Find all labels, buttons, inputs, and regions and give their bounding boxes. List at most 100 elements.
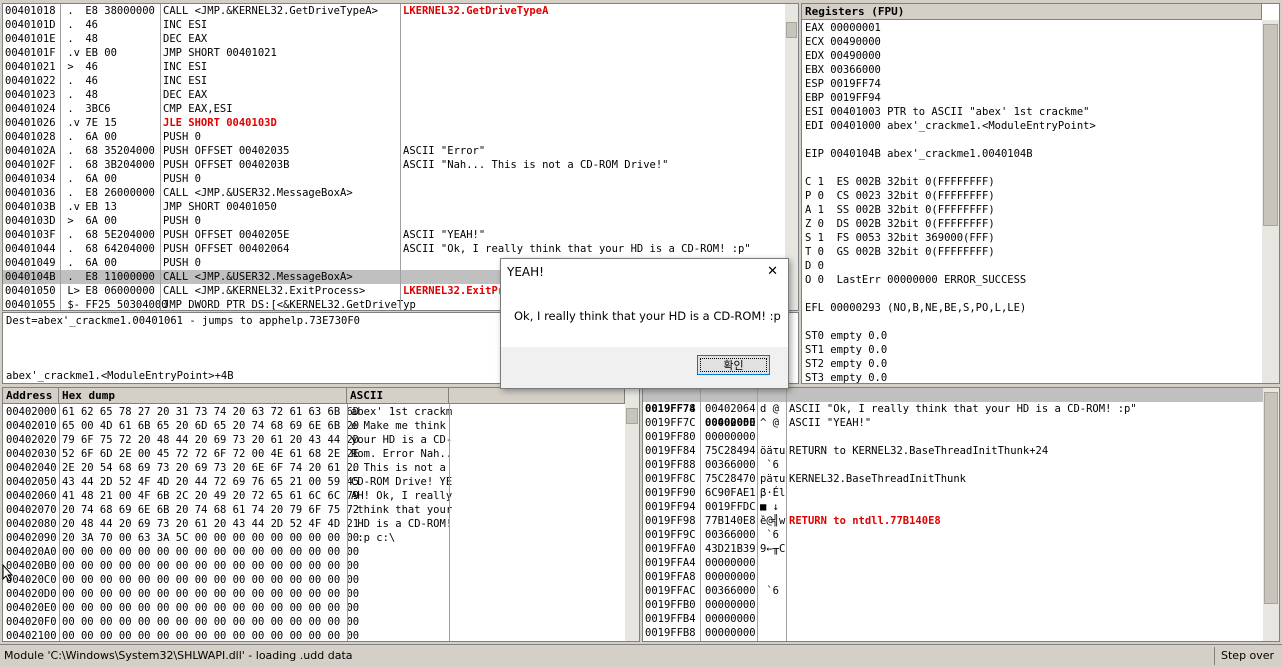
- dump-row[interactable]: 004020E0 00 00 00 00 00 00 00 00 00 00 00…: [3, 601, 625, 615]
- disasm-address: 00401044: [5, 243, 56, 255]
- dump-row[interactable]: 00402090 20 3A 70 00 63 3A 5C 00 00 00 00…: [3, 531, 625, 545]
- disasm-row[interactable]: 0040101E . 48 DEC EAX: [3, 32, 785, 46]
- disasm-command: PUSH 0: [163, 257, 201, 269]
- disasm-comment: LKERNEL32.ExitPro: [403, 285, 511, 297]
- register-line[interactable]: P 0 CS 0023 32bit 0(FFFFFFFF): [805, 189, 1260, 203]
- stack-row[interactable]: 0019FFB4 00000000: [643, 612, 1263, 626]
- register-line[interactable]: EFL 00000293 (NO,B,NE,BE,S,PO,L,LE): [805, 301, 1260, 315]
- register-line[interactable]: A 1 SS 002B 32bit 0(FFFFFFFF): [805, 203, 1260, 217]
- register-line[interactable]: ST1 empty 0.0: [805, 343, 1260, 357]
- register-line[interactable]: [805, 315, 1260, 329]
- stack-pane[interactable]: 0019FF74 00000000 0019FF78 00402064 d @ ASC…: [642, 387, 1280, 642]
- dump-col-ascii[interactable]: ASCII: [347, 388, 449, 404]
- register-line[interactable]: T 0 GS 002B 32bit 0(FFFFFFFF): [805, 245, 1260, 259]
- stack-row[interactable]: 0019FFA0 43D21B39 9←╥C: [643, 542, 1263, 556]
- register-line[interactable]: Z 0 DS 002B 32bit 0(FFFFFFFF): [805, 217, 1260, 231]
- registers-scrollbar[interactable]: [1262, 20, 1279, 383]
- stack-row[interactable]: 0019FFAC 00366000 `6: [643, 584, 1263, 598]
- stack-row[interactable]: 0019FFA4 00000000: [643, 556, 1263, 570]
- register-line[interactable]: [805, 161, 1260, 175]
- dump-row[interactable]: 00402080 20 48 44 20 69 73 20 61 20 43 44…: [3, 517, 625, 531]
- register-line[interactable]: EIP 0040104B abex'_crackme1.0040104B: [805, 147, 1260, 161]
- register-line[interactable]: ESP 0019FF74: [805, 77, 1260, 91]
- register-line[interactable]: ESI 00401003 PTR to ASCII "abex' 1st cra…: [805, 105, 1260, 119]
- dump-row[interactable]: 004020F0 00 00 00 00 00 00 00 00 00 00 00…: [3, 615, 625, 629]
- disasm-row[interactable]: 0040101D . 46 INC ESI: [3, 18, 785, 32]
- dump-row[interactable]: 00402070 20 74 68 69 6E 6B 20 74 68 61 74…: [3, 503, 625, 517]
- disasm-row[interactable]: 00401028 . 6A 00 PUSH 0: [3, 130, 785, 144]
- register-line[interactable]: S 1 FS 0053 32bit 369000(FFF): [805, 231, 1260, 245]
- ok-button[interactable]: 확인: [697, 355, 770, 375]
- disasm-row[interactable]: 00401034 . 6A 00 PUSH 0: [3, 172, 785, 186]
- dump-row[interactable]: 00402020 79 6F 75 72 20 48 44 20 69 73 20…: [3, 433, 625, 447]
- stack-top-row[interactable]: 0019FF74 00000000: [643, 388, 1263, 429]
- registers-list[interactable]: EAX 00000001 ECX 00490000 EDX 00490000 EBX …: [805, 21, 1260, 383]
- dump-row[interactable]: 00402060 41 48 21 00 4F 6B 2C 20 49 20 72…: [3, 489, 625, 503]
- register-line[interactable]: EBP 0019FF94: [805, 91, 1260, 105]
- dump-scrollbar[interactable]: [625, 388, 639, 641]
- disasm-row[interactable]: 00401023 . 48 DEC EAX: [3, 88, 785, 102]
- disasm-row[interactable]: 00401018 . E8 38000000 CALL <JMP.&KERNEL3…: [3, 4, 785, 18]
- stack-row[interactable]: 0019FF90 6C90FAE1 β·Él: [643, 486, 1263, 500]
- register-line[interactable]: ECX 00490000: [805, 35, 1260, 49]
- disasm-row[interactable]: 0040103B .v EB 13 JMP SHORT 00401050: [3, 200, 785, 214]
- close-icon[interactable]: ✕: [767, 264, 778, 279]
- disasm-row[interactable]: 00401036 . E8 26000000 CALL <JMP.&USER32.…: [3, 186, 785, 200]
- stack-row[interactable]: 0019FF98 77B140E8 ȅ@╣w RETURN to ntdll.77B1…: [643, 514, 1263, 528]
- disasm-row[interactable]: 0040101F .v EB 00 JMP SHORT 00401021: [3, 46, 785, 60]
- register-line[interactable]: ST3 empty 0.0: [805, 371, 1260, 383]
- dump-row[interactable]: 004020A0 00 00 00 00 00 00 00 00 00 00 00…: [3, 545, 625, 559]
- stack-row[interactable]: 0019FF94 0019FFDC ■ ↓: [643, 500, 1263, 514]
- register-line[interactable]: [805, 133, 1260, 147]
- disasm-row[interactable]: 0040102A . 68 35204000 PUSH OFFSET 004020…: [3, 144, 785, 158]
- dump-row[interactable]: 00402000 61 62 65 78 27 20 31 73 74 20 63…: [3, 405, 625, 419]
- dump-row[interactable]: 00402050 43 44 2D 52 4F 4D 20 44 72 69 76…: [3, 475, 625, 489]
- dump-hex: 00 00 00 00 00 00 00 00 00 00 00 00 00 0…: [62, 546, 360, 558]
- stack-address: 0019FFAC: [645, 585, 696, 597]
- register-line[interactable]: O 0 LastErr 00000000 ERROR_SUCCESS: [805, 273, 1260, 287]
- disasm-marker: L>: [61, 285, 80, 297]
- disasm-address: 00401026: [5, 117, 56, 129]
- dump-row[interactable]: 004020C0 00 00 00 00 00 00 00 00 00 00 00…: [3, 573, 625, 587]
- dump-row[interactable]: 004020B0 00 00 00 00 00 00 00 00 00 00 00…: [3, 559, 625, 573]
- dump-col-address[interactable]: Address: [3, 388, 59, 404]
- message-box-dialog[interactable]: YEAH! ✕ Ok, I really think that your HD …: [500, 258, 789, 389]
- disasm-row[interactable]: 00401044 . 68 64204000 PUSH OFFSET 004020…: [3, 242, 785, 256]
- register-line[interactable]: EDI 00401000 abex'_crackme1.<ModuleEntry…: [805, 119, 1260, 133]
- stack-row[interactable]: 0019FFB8 00000000: [643, 626, 1263, 640]
- dump-row[interactable]: 00402010 65 00 4D 61 6B 65 20 6D 65 20 74…: [3, 419, 625, 433]
- disasm-row[interactable]: 0040103D > 6A 00 PUSH 0: [3, 214, 785, 228]
- disasm-row[interactable]: 00401026 .v 7E 15 JLE SHORT 0040103D: [3, 116, 785, 130]
- disasm-row[interactable]: 0040102F . 68 3B204000 PUSH OFFSET 004020…: [3, 158, 785, 172]
- stack-row[interactable]: 0019FF80 00000000: [643, 430, 1263, 444]
- register-line[interactable]: ST2 empty 0.0: [805, 357, 1260, 371]
- stack-row[interactable]: 0019FFA8 00000000: [643, 570, 1263, 584]
- dump-row[interactable]: 00402100 00 00 00 00 00 00 00 00 00 00 00…: [3, 629, 625, 641]
- stack-row[interactable]: 0019FF7C 0040205E ^ @ ASCII "YEAH!": [643, 416, 1263, 430]
- register-line[interactable]: ST0 empty 0.0: [805, 329, 1260, 343]
- dump-row[interactable]: 00402040 2E 20 54 68 69 73 20 69 73 20 6E…: [3, 461, 625, 475]
- register-line[interactable]: D 0: [805, 259, 1260, 273]
- stack-row[interactable]: 0019FF9C 00366000 `6: [643, 528, 1263, 542]
- register-line[interactable]: EAX 00000001: [805, 21, 1260, 35]
- stack-row[interactable]: 0019FF84 75C28494 öäτu RETURN to KERNEL32.B…: [643, 444, 1263, 458]
- dump-col-hex[interactable]: Hex dump: [59, 388, 347, 404]
- register-line[interactable]: EDX 00490000: [805, 49, 1260, 63]
- stack-scrollbar[interactable]: [1263, 388, 1279, 641]
- stack-row[interactable]: 0019FF8C 75C28470 päτu KERNEL32.BaseThreadI…: [643, 472, 1263, 486]
- disasm-row[interactable]: 0040103F . 68 5E204000 PUSH OFFSET 004020…: [3, 228, 785, 242]
- hex-dump-pane[interactable]: Address Hex dump ASCII 00402000 61 62 65 …: [2, 387, 640, 642]
- dump-row[interactable]: 00402030 52 6F 6D 2E 00 45 72 72 6F 72 00…: [3, 447, 625, 461]
- disasm-row[interactable]: 00401024 . 3BC6 CMP EAX,ESI: [3, 102, 785, 116]
- registers-pane[interactable]: Registers (FPU) EAX 00000001 ECX 00490000…: [801, 3, 1280, 384]
- register-line[interactable]: C 1 ES 002B 32bit 0(FFFFFFFF): [805, 175, 1260, 189]
- stack-value: 00000000: [705, 599, 756, 611]
- stack-row[interactable]: 0019FFB0 00000000: [643, 598, 1263, 612]
- register-line[interactable]: EBX 00366000: [805, 63, 1260, 77]
- stack-row[interactable]: 0019FF88 00366000 `6: [643, 458, 1263, 472]
- stack-row[interactable]: 0019FF78 00402064 d @ ASCII "Ok, I really t…: [643, 402, 1263, 416]
- register-line[interactable]: [805, 287, 1260, 301]
- disasm-row[interactable]: 00401021 > 46 INC ESI: [3, 60, 785, 74]
- disasm-row[interactable]: 00401022 . 46 INC ESI: [3, 74, 785, 88]
- dump-row[interactable]: 004020D0 00 00 00 00 00 00 00 00 00 00 00…: [3, 587, 625, 601]
